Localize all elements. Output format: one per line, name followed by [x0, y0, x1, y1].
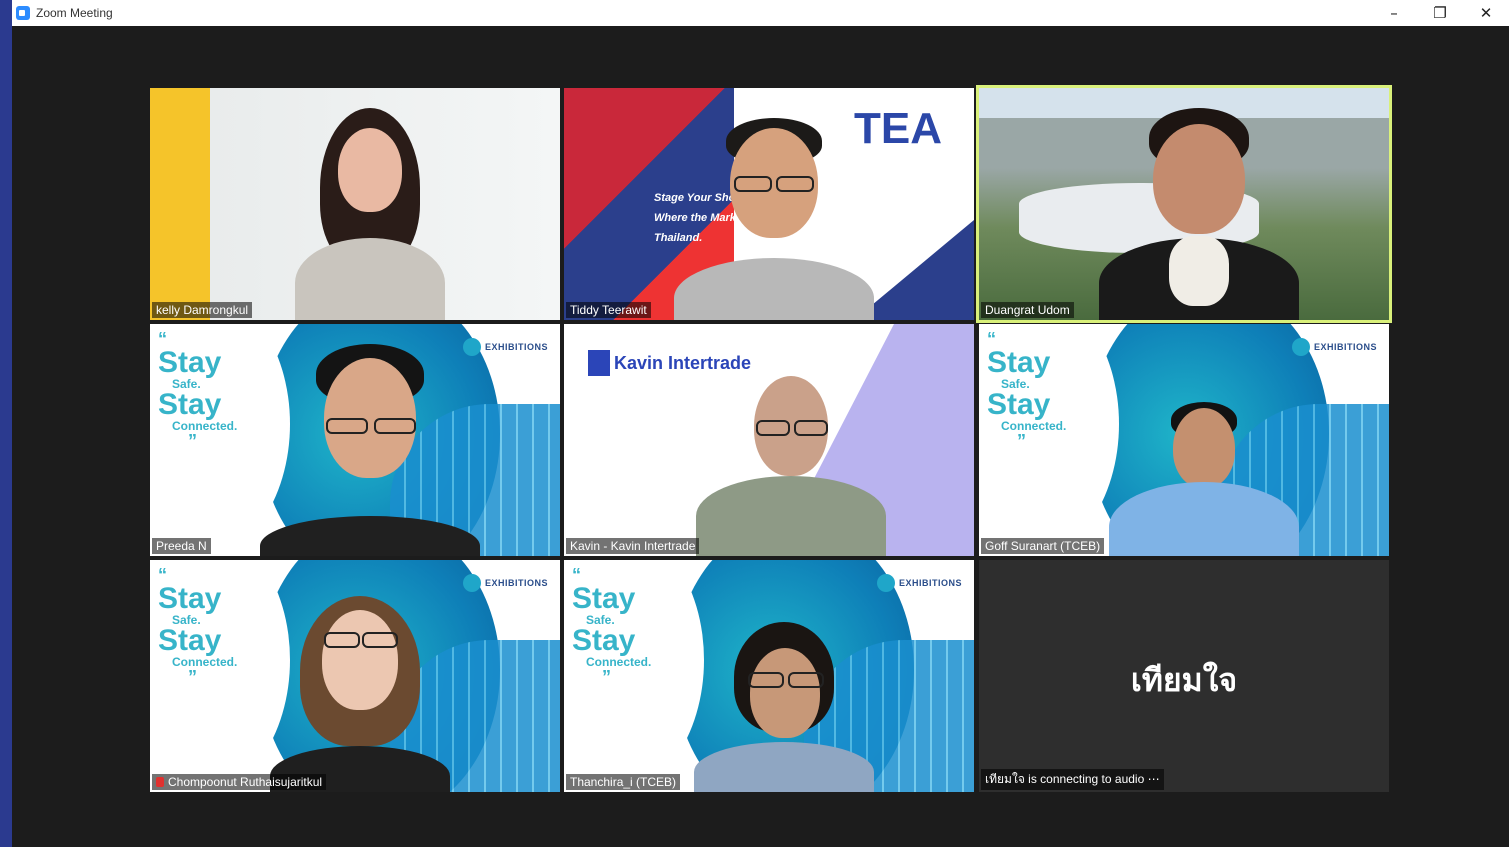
participant-name-label: Kavin - Kavin Intertrade — [570, 539, 696, 553]
exhibitions-logo-text: EXHIBITIONS — [1313, 342, 1377, 352]
participant-display-name: เทียมใจ — [1130, 661, 1238, 699]
participant-name: Goff Suranart (TCEB) — [981, 538, 1105, 554]
stay-safe-text: “ Stay Safe. Stay Connected. ” — [572, 566, 651, 686]
window-title: Zoom Meeting — [36, 6, 113, 20]
quote-mark: ” — [188, 667, 197, 687]
exhibitions-logo-icon — [1291, 338, 1310, 356]
participant-name: kelly Damrongkul — [152, 302, 253, 318]
minimize-button[interactable]: – — [1371, 0, 1417, 26]
exhibitions-logo-icon — [876, 574, 895, 592]
video-tile[interactable]: Kavin Intertrade Kavin - Kavin Intertrad… — [564, 324, 974, 556]
quote-mark: ” — [1017, 431, 1026, 451]
exhibitions-logo: EXHIBITIONS — [462, 338, 548, 356]
tea-slogan-line: Thailand. — [654, 232, 703, 244]
participant-name: Duangrat Udom — [981, 302, 1074, 318]
exhibitions-logo-icon — [462, 338, 481, 356]
participant-name: Kavin - Kavin Intertrade — [566, 538, 700, 554]
stay-safe-line: Stay — [158, 582, 222, 615]
kavin-logo-text: Kavin Intertrade — [614, 352, 752, 373]
quote-mark: ” — [602, 667, 611, 687]
participant-name: Preeda N — [152, 538, 211, 554]
participant-name-label: kelly Damrongkul — [156, 303, 249, 317]
participant-name-label: Thanchira_i (TCEB) — [570, 775, 677, 789]
participant-name-label: Duangrat Udom — [985, 303, 1070, 317]
stay-safe-text: “ Stay Safe. Stay Connected. ” — [987, 330, 1066, 450]
gallery-view: kelly Damrongkul Stage Your Sho Where th… — [12, 26, 1509, 847]
exhibitions-logo-text: EXHIBITIONS — [484, 578, 548, 588]
participant-name-label: เทียมใจ is connecting to audio ⋯ — [985, 772, 1160, 786]
video-tile[interactable]: kelly Damrongkul — [150, 88, 560, 320]
stay-safe-line: Stay — [158, 624, 222, 657]
participant-name-label: Tiddy Teerawit — [570, 303, 647, 317]
stay-safe-line: Connected. — [1001, 419, 1067, 433]
video-tile[interactable]: “ Stay Safe. Stay Connected. ” EXHIBITIO… — [564, 560, 974, 792]
video-tile-active-speaker[interactable]: Duangrat Udom — [976, 85, 1392, 323]
maximize-button[interactable]: ❐ — [1417, 0, 1463, 26]
video-tile[interactable]: “ Stay Safe. Stay Connected. ” EXHIBITIO… — [150, 560, 560, 792]
stay-safe-line: Connected. — [172, 419, 238, 433]
quote-mark: ” — [188, 431, 197, 451]
exhibitions-logo: EXHIBITIONS — [876, 574, 962, 592]
tea-logo: TEA — [854, 104, 942, 153]
participant-name: Tiddy Teerawit — [566, 302, 651, 318]
participant-name: Thanchira_i (TCEB) — [566, 774, 681, 790]
participant-name-label: Preeda N — [156, 539, 207, 553]
kavin-logo-icon — [588, 350, 610, 376]
zoom-app-icon — [16, 6, 30, 20]
video-tile[interactable]: “ Stay Safe. Stay Connected. ” EXHIBITIO… — [150, 324, 560, 556]
exhibitions-logo: EXHIBITIONS — [462, 574, 548, 592]
stay-safe-line: Stay — [987, 388, 1051, 421]
stay-safe-line: Stay — [158, 346, 222, 379]
exhibitions-logo-text: EXHIBITIONS — [484, 342, 548, 352]
exhibitions-logo-text: EXHIBITIONS — [898, 578, 962, 588]
stay-safe-line: Connected. — [172, 655, 238, 669]
participant-name-label: Goff Suranart (TCEB) — [985, 539, 1101, 553]
taskbar-edge — [0, 0, 12, 847]
participant-name: Chompoonut Ruthaisujaritkul — [152, 774, 327, 790]
stay-safe-line: Stay — [572, 582, 636, 615]
participant-name-label: Chompoonut Ruthaisujaritkul — [168, 775, 323, 789]
video-tile[interactable]: Stage Your Sho Where the Mark Thailand. … — [564, 88, 974, 320]
stay-safe-line: Stay — [572, 624, 636, 657]
muted-microphone-icon — [156, 777, 164, 787]
exhibitions-logo: EXHIBITIONS — [1291, 338, 1377, 356]
tea-slogan: Stage Your Sho Where the Mark Thailand. — [654, 188, 736, 248]
close-button[interactable]: ✕ — [1463, 0, 1509, 26]
participant-name: เทียมใจ is connecting to audio ⋯ — [981, 769, 1164, 790]
stay-safe-line: Connected. — [586, 655, 652, 669]
stay-safe-text: “ Stay Safe. Stay Connected. ” — [158, 566, 237, 686]
tea-slogan-line: Where the Mark — [654, 212, 736, 224]
title-bar: Zoom Meeting – ❐ ✕ — [12, 0, 1509, 26]
kavin-logo: Kavin Intertrade — [588, 350, 751, 376]
stay-safe-line: Stay — [158, 388, 222, 421]
window-controls: – ❐ ✕ — [1371, 0, 1509, 26]
stay-safe-line: Stay — [987, 346, 1051, 379]
exhibitions-logo-icon — [462, 574, 481, 592]
tea-slogan-line: Stage Your Sho — [654, 192, 736, 204]
stay-safe-text: “ Stay Safe. Stay Connected. ” — [158, 330, 237, 450]
video-tile-no-video[interactable]: เทียมใจ เทียมใจ is connecting to audio ⋯ — [979, 560, 1389, 792]
video-tile[interactable]: “ Stay Safe. Stay Connected. ” EXHIBITIO… — [979, 324, 1389, 556]
